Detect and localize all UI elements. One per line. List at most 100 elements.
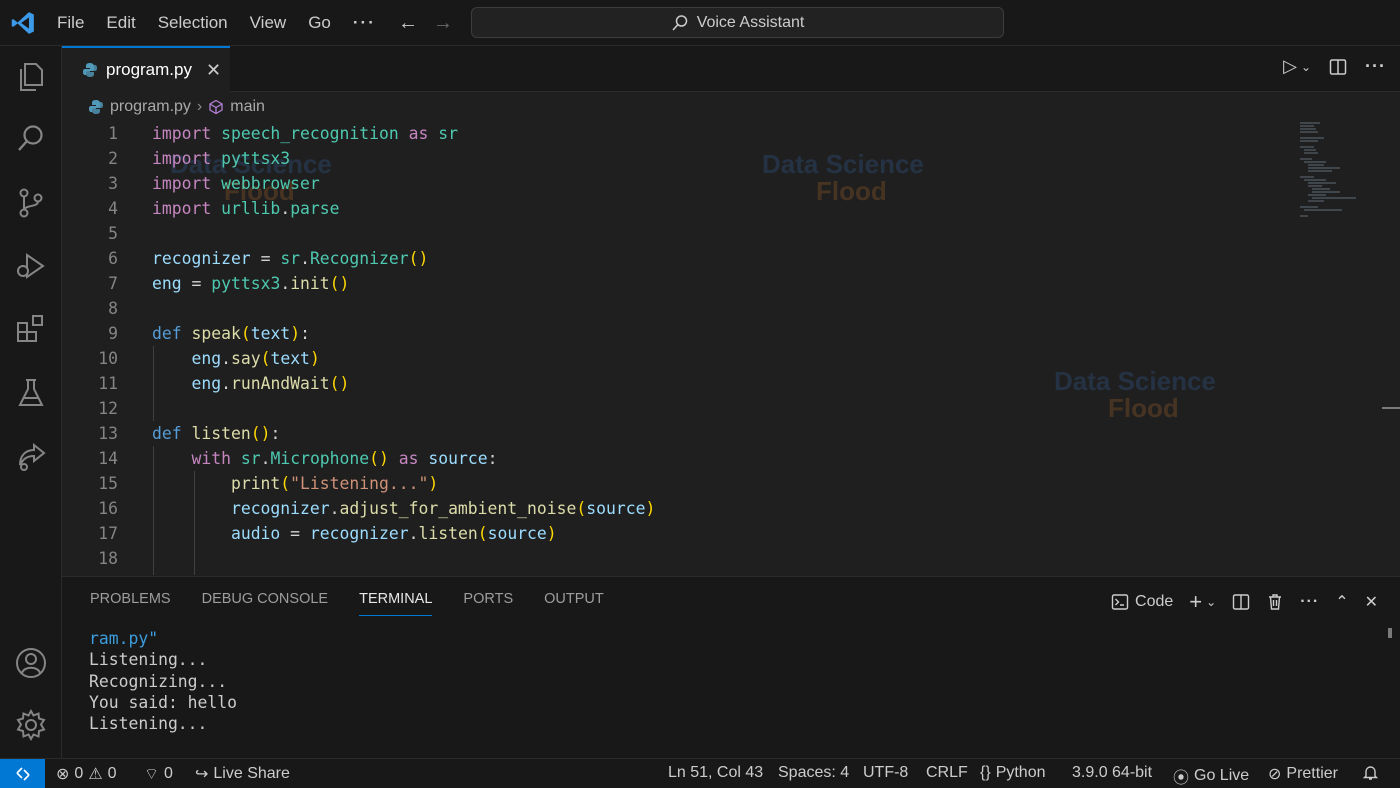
terminal-line: Listening... [89,714,208,734]
split-editor-icon[interactable] [1329,58,1347,76]
editor-more-actions-icon[interactable]: ··· [1365,56,1386,77]
tab-debug-console[interactable]: DEBUG CONSOLE [202,591,329,616]
run-python-file-icon[interactable]: ▷ [1283,56,1297,77]
go-live-status[interactable]: ⦿ Go Live [1173,764,1249,788]
forward-arrow-icon[interactable]: → [433,12,453,35]
explorer-icon[interactable] [14,60,48,94]
account-icon[interactable] [14,646,48,680]
encoding-status[interactable]: UTF-8 [863,764,908,782]
title-bar: File Edit Selection View Go ··· ← → Voic… [0,0,1400,46]
bell-icon [1362,766,1379,780]
menu-file[interactable]: File [46,13,95,33]
broadcast-icon: ⌔ [144,766,160,783]
warning-count: 0 [107,765,117,782]
vscode-logo-icon[interactable] [10,10,36,36]
eol-status[interactable]: CRLF [926,764,968,782]
trash-icon[interactable] [1266,593,1284,611]
code-line: 16 recognizer.adjust_for_ambient_noise(s… [98,499,656,518]
back-arrow-icon[interactable]: ← [398,12,418,35]
settings-gear-icon[interactable] [14,708,48,742]
problems-status[interactable]: ⊗ 0 ⚠ 0 [56,764,117,784]
code-line: 3 import webbrowser [108,174,320,193]
run-dropdown-chevron-icon[interactable]: ⌄ [1301,60,1311,74]
code-line: 9 def speak(text): [108,324,310,343]
tab-problems[interactable]: PROBLEMS [90,591,171,616]
code-line: 2 import pyttsx3 [108,149,291,168]
new-terminal-icon[interactable]: + [1189,589,1202,615]
terminal-line: Listening... [89,650,208,670]
code-editor[interactable]: 1 import speech_recognition as sr 2 import… [62,121,1378,575]
terminal-profile-label[interactable]: Code [1135,593,1173,611]
command-center[interactable]: Voice Assistant [471,7,1004,38]
cursor-position-label: Ln 51, Col 43 [668,764,764,781]
symbol-method-icon [209,99,223,115]
tab-close-icon[interactable]: ✕ [206,60,221,81]
search-icon[interactable] [14,122,48,156]
notifications-status[interactable] [1362,764,1379,781]
menu-view[interactable]: View [239,13,298,33]
tab-output[interactable]: OUTPUT [544,591,604,616]
encoding-label: UTF-8 [863,764,909,781]
terminal-scrollbar[interactable] [1388,628,1392,638]
panel-more-icon[interactable]: ··· [1300,593,1319,611]
scrollbar-indicator[interactable] [1382,407,1400,409]
code-line: 7 eng = pyttsx3.init() [108,274,350,293]
python-file-icon [83,63,97,77]
code-line: 12 [98,399,118,418]
split-terminal-icon[interactable] [1232,593,1250,611]
tab-terminal[interactable]: TERMINAL [359,591,433,616]
maximize-panel-icon[interactable]: ⌃ [1335,592,1348,612]
live-share-label: Live Share [213,765,290,782]
code-line: 11 eng.runAndWait() [98,374,350,393]
extensions-icon[interactable] [14,312,48,346]
code-line: 10 eng.say(text) [98,349,320,368]
prettier-status[interactable]: ⊘ Prettier [1268,764,1338,784]
code-line: 8 [108,299,118,318]
tab-label: program.py [106,60,192,79]
breadcrumb-symbol[interactable]: main [230,98,265,116]
eol-label: CRLF [926,764,968,781]
run-debug-icon[interactable] [14,249,48,283]
live-share-icon[interactable] [14,439,48,473]
minimap[interactable] [1296,121,1366,221]
remote-icon [15,767,30,781]
prettier-disabled-icon: ⊘ [1268,766,1282,783]
code-line: 4 import urllib.parse [108,199,340,218]
activity-bar [0,46,62,758]
source-control-icon[interactable] [14,186,48,220]
search-icon [672,14,687,31]
prettier-label: Prettier [1286,765,1338,782]
menu-more-icon[interactable]: ··· [342,13,387,33]
breadcrumb-file[interactable]: program.py [110,98,191,116]
menu-go[interactable]: Go [297,13,342,33]
indentation-label: Spaces: 4 [778,764,850,781]
code-line: 17 audio = recognizer.listen(source) [98,524,557,543]
error-icon: ⊗ [56,766,70,783]
terminal-dropdown-chevron-icon[interactable]: ⌄ [1206,595,1216,609]
terminal-output[interactable]: ram.py" Listening... Recognizing... You … [89,628,237,734]
go-live-label: Go Live [1194,767,1250,784]
remote-indicator[interactable] [0,759,45,788]
ports-status[interactable]: ⌔ 0 [144,764,173,784]
tab-program-py[interactable]: program.py ✕ [62,46,230,92]
testing-flask-icon[interactable] [14,376,48,410]
error-count: 0 [74,765,84,782]
menu-edit[interactable]: Edit [95,13,146,33]
status-bar: ⊗ 0 ⚠ 0 ⌔ 0 ↪ Live Share Ln 51, Col 43 Space… [0,758,1400,788]
language-status[interactable]: {} Python [980,764,1046,782]
cursor-position[interactable]: Ln 51, Col 43 [668,764,763,782]
tab-ports[interactable]: PORTS [463,591,513,616]
language-label: Python [995,764,1046,781]
menu-selection[interactable]: Selection [147,13,239,33]
code-line: 18 [98,549,118,568]
code-line: 13 def listen(): [98,424,281,443]
chevron-right-icon: › [196,98,203,115]
warning-icon: ⚠ [88,766,103,783]
close-panel-icon[interactable]: ✕ [1365,592,1378,612]
interpreter-status[interactable]: 3.9.0 64-bit [1072,764,1152,782]
code-line: 5 [108,224,118,243]
terminal-icon [1111,594,1129,610]
python-file-icon [89,100,103,114]
live-share-status[interactable]: ↪ Live Share [195,764,290,784]
indentation-status[interactable]: Spaces: 4 [778,764,849,782]
